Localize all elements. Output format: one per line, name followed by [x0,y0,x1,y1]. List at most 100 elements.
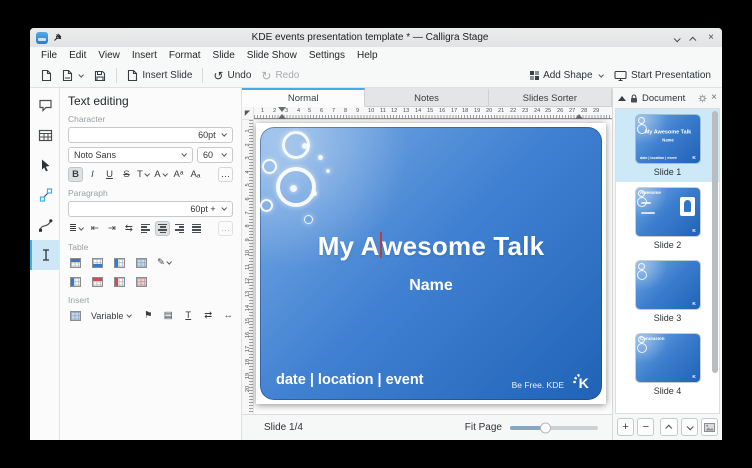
delete-table-button[interactable] [134,274,149,289]
split-cells-button[interactable] [68,274,83,289]
slide-title-text[interactable]: My Awesome Talk [260,231,602,262]
underline-button[interactable]: U [102,167,117,182]
maximize-button[interactable] [691,29,696,47]
menu-slide-show[interactable]: Slide Show [242,49,302,62]
tool-select[interactable] [30,150,59,180]
zoom-slider-knob[interactable] [540,422,551,433]
align-right-button[interactable] [172,221,187,236]
menu-edit[interactable]: Edit [64,49,91,62]
ruler-corner[interactable]: ◤ [242,107,254,119]
list-style-button[interactable]: ≣ [68,221,85,236]
zoom-mode-label[interactable]: Fit Page [465,422,502,433]
redo-button[interactable]: ↻ Redo [256,67,304,85]
tab-slides-sorter[interactable]: Slides Sorter [489,88,612,107]
paragraph-more-button[interactable]: … [218,221,233,236]
slide-thumbnail-item-3[interactable]: K Slide 3 [616,255,719,328]
slide-thumbnail-item-4[interactable]: Conclusion K Slide 4 [616,328,719,401]
superscript-button[interactable]: Aᵃ [171,167,186,182]
zoom-slider[interactable] [510,426,598,430]
delete-slide-button[interactable]: − [637,418,654,436]
thumbnail-scrollbar[interactable] [712,111,718,373]
tab-notes[interactable]: Notes [365,88,488,107]
merge-cells-button[interactable] [134,255,149,270]
slide-editor[interactable]: My Awesome Talk Name date | location | e… [260,127,602,400]
insert-page-break-button[interactable]: ▤ [161,308,176,323]
insert-tab-button[interactable]: T [181,308,196,323]
menu-format[interactable]: Format [164,49,206,62]
menu-view[interactable]: View [93,49,125,62]
tool-text-editing[interactable] [30,240,59,270]
change-case-button[interactable]: T [136,167,151,182]
paragraph-style-combobox[interactable]: 60pt + [68,201,233,217]
insert-row-above-button[interactable] [68,255,83,270]
align-center-button[interactable] [155,221,170,236]
gear-icon[interactable] [698,94,707,103]
window-title: KDE events presentation template * — Cal… [66,32,674,43]
v-ruler-number: 19 [244,373,250,379]
insert-special-character-button[interactable]: ⇄ [201,308,216,323]
align-left-button[interactable] [138,221,153,236]
insert-column-left-button[interactable] [112,255,127,270]
h-ruler-number: 16 [439,107,445,113]
move-slide-down-button[interactable] [681,418,698,436]
tool-basic-shapes[interactable] [30,90,59,120]
indent-more-button[interactable]: ⇥ [104,221,119,236]
character-style-combobox[interactable]: 60pt [68,127,233,143]
delete-row-button[interactable] [90,274,105,289]
bubble-dot [318,155,323,160]
strikethrough-button[interactable]: S [119,167,134,182]
font-size-combobox[interactable]: 60 [197,147,233,163]
insert-bookmark-button[interactable]: ⚑ [141,308,156,323]
start-presentation-button[interactable]: Start Presentation [609,68,716,84]
subscript-button[interactable]: Aₐ [188,167,203,182]
h-ruler-number: 19 [474,107,480,113]
close-button[interactable]: × [708,33,714,43]
open-dropdown-icon[interactable] [78,72,84,78]
insert-break-button[interactable]: ↔ [221,308,236,323]
new-document-button[interactable] [36,67,57,84]
bold-button[interactable]: B [68,167,83,182]
left-indent-marker[interactable] [278,114,286,119]
insert-table-button[interactable] [68,308,83,323]
slide-footer-text[interactable]: date | location | event [276,372,424,388]
pin-icon[interactable] [53,33,62,42]
menu-settings[interactable]: Settings [304,49,350,62]
tab-normal[interactable]: Normal [242,88,365,107]
insert-row-below-button[interactable] [90,255,105,270]
panel-close-button[interactable]: × [711,93,717,103]
lock-icon[interactable] [630,94,638,103]
title-bar[interactable]: KDE events presentation template * — Cal… [30,28,722,47]
right-indent-marker[interactable] [575,114,583,119]
menu-insert[interactable]: Insert [127,49,162,62]
move-slide-up-button[interactable] [660,418,677,436]
slide-canvas[interactable]: My Awesome Talk Name date | location | e… [254,120,612,414]
font-color-button[interactable]: A [153,167,169,182]
border-pen-button[interactable]: ✎ [156,255,173,270]
slide-thumbnail-item-2[interactable]: Awesome K Slide 2 [616,182,719,255]
minimize-button[interactable] [674,29,679,47]
open-document-button[interactable] [57,67,89,84]
tool-connector[interactable] [30,180,59,210]
save-button[interactable] [89,68,111,84]
slide-thumbnail-item-1[interactable]: My Awesome Talk Name date | location | e… [616,109,719,182]
menu-file[interactable]: File [36,49,62,62]
insert-slide-button[interactable]: Insert Slide [122,67,197,84]
slide-subtitle-text[interactable]: Name [260,277,602,295]
menu-slide[interactable]: Slide [208,49,240,62]
character-more-button[interactable]: … [218,167,233,182]
add-slide-button[interactable]: + [617,418,634,436]
font-family-combobox[interactable]: Noto Sans [68,147,193,163]
insert-variable-button[interactable]: Variable [88,308,136,323]
slide-properties-button[interactable] [701,418,718,436]
tool-path[interactable] [30,210,59,240]
align-justify-button[interactable] [189,221,204,236]
delete-column-button[interactable] [112,274,127,289]
indent-less-button[interactable]: ⇤ [87,221,102,236]
collapse-icon[interactable] [618,96,626,101]
tool-table[interactable] [30,120,59,150]
menu-help[interactable]: Help [352,49,383,62]
indent-first-line-button[interactable]: ⇆ [121,221,136,236]
italic-button[interactable]: I [85,167,100,182]
undo-button[interactable]: ↺ Undo [208,67,256,85]
add-shape-button[interactable]: Add Shape [525,68,609,83]
